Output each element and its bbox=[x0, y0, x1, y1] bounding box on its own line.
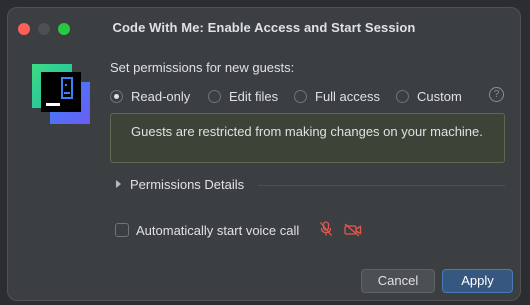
radio-indicator bbox=[110, 89, 123, 103]
help-icon[interactable]: ? bbox=[489, 87, 504, 102]
voice-call-label: Automatically start voice call bbox=[136, 222, 300, 238]
code-with-me-dialog: Code With Me: Enable Access and Start Se… bbox=[7, 7, 521, 301]
voice-call-checkbox[interactable] bbox=[115, 223, 129, 237]
permissions-details-toggle[interactable]: Permissions Details bbox=[116, 176, 244, 192]
radio-custom[interactable]: Custom bbox=[396, 86, 462, 106]
radio-indicator bbox=[294, 89, 307, 103]
permissions-details-label: Permissions Details bbox=[130, 176, 245, 192]
details-separator bbox=[258, 185, 505, 186]
radio-label: Custom bbox=[417, 88, 462, 104]
chevron-right-icon bbox=[116, 180, 121, 188]
permission-info-text: Guests are restricted from making change… bbox=[131, 124, 483, 139]
code-with-me-logo-icon bbox=[32, 64, 90, 124]
apply-button[interactable]: Apply bbox=[442, 269, 513, 293]
dialog-title: Code With Me: Enable Access and Start Se… bbox=[112, 20, 416, 35]
radio-label: Edit files bbox=[229, 88, 279, 104]
camera-off-icon[interactable] bbox=[344, 223, 362, 237]
microphone-muted-icon[interactable] bbox=[319, 221, 333, 237]
radio-edit-files[interactable]: Edit files bbox=[208, 86, 278, 106]
permission-info-box: Guests are restricted from making change… bbox=[110, 113, 505, 163]
permissions-heading: Set permissions for new guests: bbox=[110, 60, 295, 75]
title-bar: Code With Me: Enable Access and Start Se… bbox=[8, 8, 520, 48]
radio-indicator bbox=[208, 89, 221, 103]
radio-indicator bbox=[396, 89, 409, 103]
radio-label: Full access bbox=[315, 88, 381, 104]
cancel-button[interactable]: Cancel bbox=[361, 269, 435, 293]
radio-read-only[interactable]: Read-only bbox=[110, 86, 190, 106]
voice-call-option: Automatically start voice call bbox=[115, 221, 299, 239]
radio-label: Read-only bbox=[131, 88, 191, 104]
radio-full-access[interactable]: Full access bbox=[294, 86, 380, 106]
